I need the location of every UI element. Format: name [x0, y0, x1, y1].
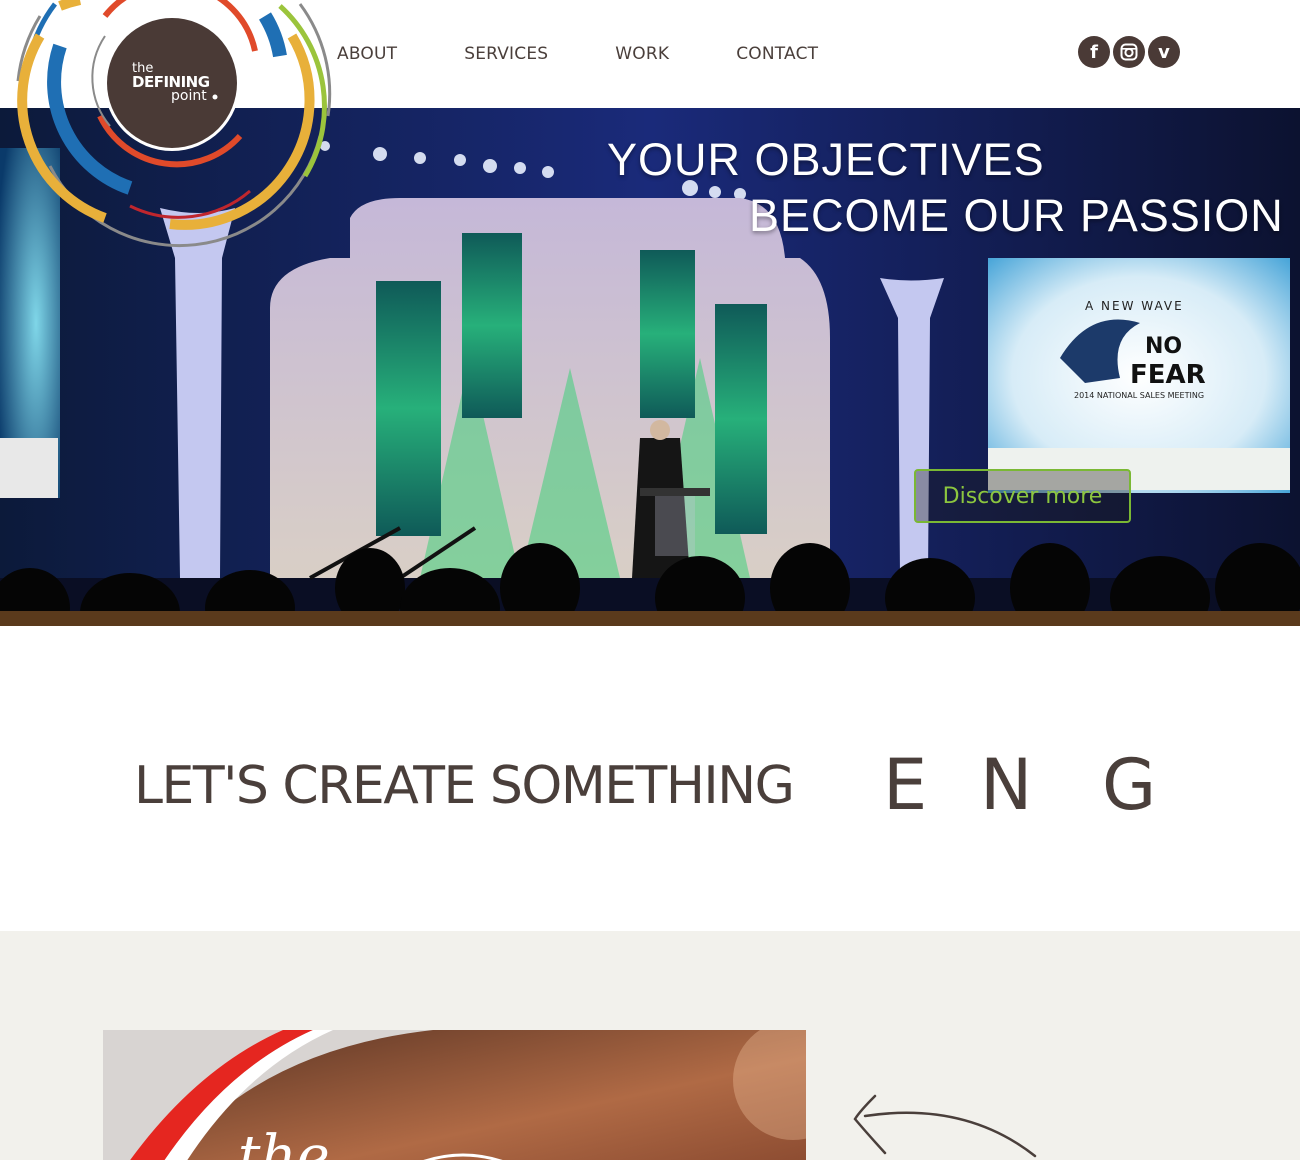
facebook-glyph: f — [1090, 41, 1098, 63]
feature-image: the — [103, 1030, 806, 1160]
logo-text-point: point — [171, 88, 207, 104]
screen-text-meeting: 2014 NATIONAL SALES MEETING — [1074, 391, 1204, 400]
screen-text-fear: FEAR — [1130, 360, 1206, 390]
brand-logo[interactable]: the DEFINING point — [10, 0, 340, 251]
nav-about[interactable]: ABOUT — [337, 44, 397, 64]
hero-title-line2: BECOME OUR PASSION — [749, 190, 1284, 241]
vimeo-icon[interactable]: v — [1148, 36, 1180, 68]
social-links: f v — [1078, 36, 1180, 68]
discover-more-button[interactable]: Discover more — [914, 469, 1131, 523]
instagram-glyph — [1120, 43, 1138, 61]
hand-drawn-arrow-icon — [853, 1094, 1037, 1158]
screen-text-wave: A NEW WAVE — [1085, 299, 1184, 313]
facebook-icon[interactable]: f — [1078, 36, 1110, 68]
instagram-icon[interactable] — [1113, 36, 1145, 68]
feature-caption: the — [238, 1124, 330, 1160]
tagline-text: LET'S CREATE SOMETHING — [134, 756, 795, 816]
nav-services[interactable]: SERVICES — [464, 44, 548, 64]
screen-text-no: NO — [1145, 334, 1182, 359]
tagline-letter-n: N — [980, 744, 1033, 826]
nav-contact[interactable]: CONTACT — [736, 44, 818, 64]
about-preview-section: the — [0, 931, 1300, 1160]
tagline-section: LET'S CREATE SOMETHING E N G — [0, 626, 1300, 931]
nav-work[interactable]: WORK — [615, 44, 669, 64]
main-nav: ABOUT SERVICES WORK CONTACT — [337, 44, 885, 64]
tagline-letter-g: G — [1102, 744, 1157, 826]
hero-title-line1: YOUR OBJECTIVES — [607, 134, 1045, 185]
tagline-letter-e: E — [883, 744, 928, 826]
vimeo-glyph: v — [1158, 41, 1170, 63]
